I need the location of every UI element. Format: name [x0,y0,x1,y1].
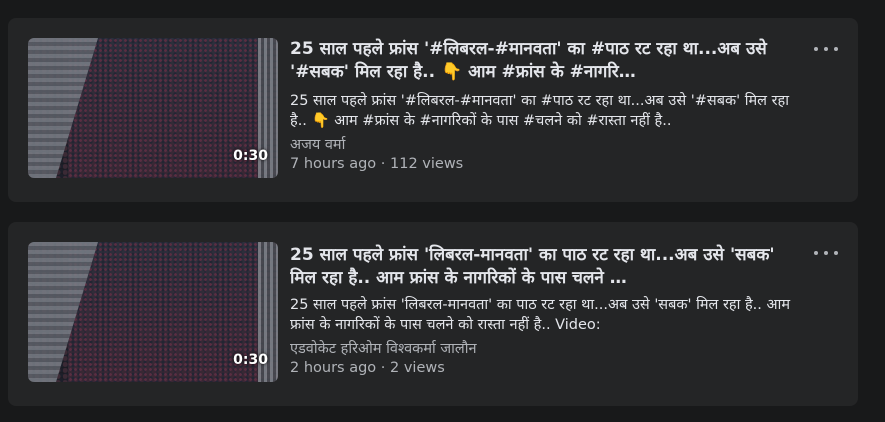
more-horizontal-icon[interactable] [814,248,838,258]
video-meta: 2 hours ago · 2 views [290,360,445,376]
video-duration: 0:30 [233,148,268,164]
video-description: 25 साल पहले फ्रांस '#लिबरल-#मानवता' का #… [290,93,789,129]
video-result-card[interactable]: 0:30 25 साल पहले फ्रांस 'लिबरल-मानवता' क… [8,222,858,406]
video-meta: 7 hours ago · 112 views [290,156,464,172]
video-thumbnail[interactable]: 0:30 [28,242,278,382]
video-duration: 0:30 [233,352,268,368]
video-thumbnail[interactable]: 0:30 [28,38,278,178]
crowd-image [68,38,258,178]
video-description: 25 साल पहले फ्रांस 'लिबरल-मानवता' का पाठ… [290,297,790,333]
crowd-image [68,242,258,382]
video-result-card[interactable]: 0:30 25 साल पहले फ्रांस '#लिबरल-#मानवता'… [8,18,858,202]
video-author[interactable]: एडवोकेट हरिओम विश्वकर्मा जालौन [290,338,477,358]
video-title[interactable]: 25 साल पहले फ्रांस '#लिबरल-#मानवता' का #… [290,38,780,84]
more-horizontal-icon[interactable] [814,44,838,54]
video-author[interactable]: अजय वर्मा [290,134,345,154]
video-title[interactable]: 25 साल पहले फ्रांस 'लिबरल-मानवता' का पाठ… [290,244,780,290]
